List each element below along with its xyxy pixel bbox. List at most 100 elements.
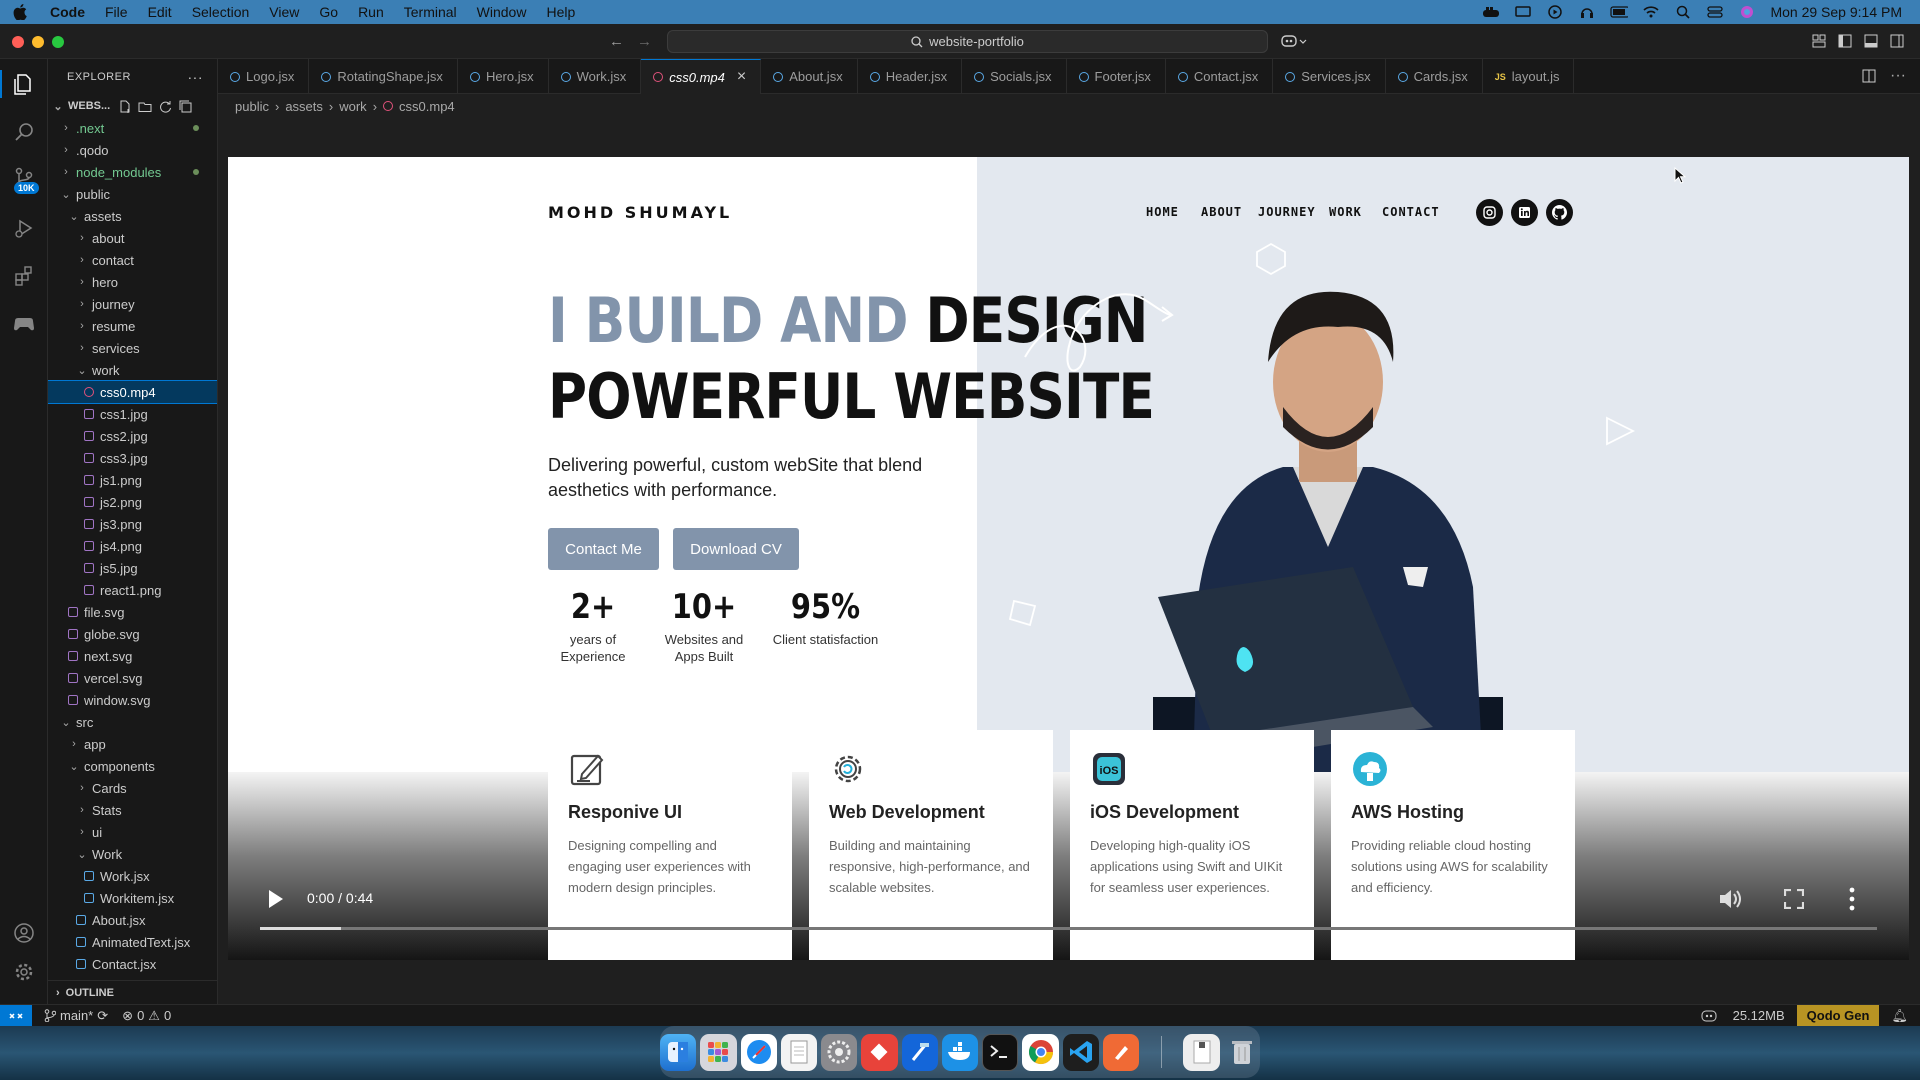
- control-center-icon[interactable]: [1706, 5, 1724, 19]
- remote-indicator-icon[interactable]: [0, 1004, 32, 1027]
- more-options-icon[interactable]: [1848, 887, 1856, 911]
- workspace-root[interactable]: ⌄ WEBS...: [48, 95, 217, 117]
- extensions-activity-icon[interactable]: [10, 262, 38, 290]
- docker-tray-icon[interactable]: [1482, 5, 1500, 19]
- tree-file-globe-svg[interactable]: globe.svg: [48, 623, 217, 645]
- finder-icon[interactable]: [660, 1033, 697, 1071]
- settings-gear-icon[interactable]: [10, 958, 38, 986]
- tree-folder-about[interactable]: › about: [48, 227, 217, 249]
- toggle-secondary-sidebar-icon[interactable]: [1890, 34, 1904, 48]
- textedit-icon[interactable]: [780, 1033, 818, 1071]
- nav-forward-icon[interactable]: →: [637, 33, 652, 50]
- tree-file-about-jsx[interactable]: About.jsx: [48, 909, 217, 931]
- memory-usage[interactable]: 25.12MB: [1733, 1008, 1785, 1023]
- tab-layout-js[interactable]: JS layout.js: [1483, 59, 1575, 94]
- play-icon[interactable]: [268, 889, 284, 909]
- apple-menu-icon[interactable]: [0, 4, 40, 20]
- headphones-icon[interactable]: [1578, 5, 1596, 19]
- git-branch-status[interactable]: main* ⟳: [44, 1008, 108, 1024]
- siri-icon[interactable]: [1738, 5, 1756, 19]
- qodo-gen-status[interactable]: Qodo Gen: [1796, 1004, 1880, 1027]
- menu-view[interactable]: View: [259, 4, 309, 20]
- tree-folder-ui[interactable]: › ui: [48, 821, 217, 843]
- safari-icon[interactable]: [740, 1033, 777, 1071]
- new-folder-icon[interactable]: [138, 100, 152, 113]
- tree-file-css1-jpg[interactable]: css1.jpg: [48, 403, 217, 425]
- menubar-clock[interactable]: Mon 29 Sep 9:14 PM: [1770, 4, 1902, 20]
- menu-window[interactable]: Window: [467, 4, 537, 20]
- breadcrumb-assets[interactable]: assets: [285, 99, 323, 114]
- close-tab-icon[interactable]: ×: [737, 68, 746, 86]
- tree-folder-work[interactable]: ⌄ work: [48, 359, 217, 381]
- search-activity-icon[interactable]: [10, 118, 38, 146]
- tab-logo-jsx[interactable]: Logo.jsx: [218, 59, 310, 94]
- menu-app-code[interactable]: Code: [40, 4, 95, 20]
- refresh-icon[interactable]: [159, 100, 172, 113]
- tree-folder-contact[interactable]: › contact: [48, 249, 217, 271]
- tab-socials-jsx[interactable]: Socials.jsx: [962, 59, 1067, 94]
- tree-folder-app[interactable]: › app: [48, 733, 217, 755]
- tree-file-work-jsx[interactable]: Work.jsx: [48, 865, 217, 887]
- system-settings-icon[interactable]: [821, 1033, 858, 1071]
- source-control-activity-icon[interactable]: 10K: [10, 164, 39, 194]
- more-actions-icon[interactable]: ···: [1890, 67, 1906, 85]
- copilot-icon[interactable]: [1281, 33, 1307, 49]
- more-actions-icon[interactable]: ···: [188, 69, 204, 85]
- tree-file-next-svg[interactable]: next.svg: [48, 645, 217, 667]
- tree-file-css3-jpg[interactable]: css3.jpg: [48, 447, 217, 469]
- customize-layout-icon[interactable]: [1812, 34, 1826, 48]
- nav-back-icon[interactable]: ←: [609, 33, 624, 50]
- remote-explorer-activity-icon[interactable]: [10, 310, 38, 338]
- tree-file-css2-jpg[interactable]: css2.jpg: [48, 425, 217, 447]
- tree-file-css0-mp4[interactable]: css0.mp4: [48, 380, 217, 404]
- problems-status[interactable]: ⊗ 0 ⚠ 0: [122, 1008, 171, 1024]
- anydesk-icon[interactable]: [861, 1033, 898, 1071]
- menu-help[interactable]: Help: [536, 4, 585, 20]
- account-icon[interactable]: [10, 919, 38, 947]
- breadcrumb-work[interactable]: work: [339, 99, 366, 114]
- battery-icon[interactable]: [1610, 5, 1629, 19]
- breadcrumb-file[interactable]: css0.mp4: [399, 99, 455, 114]
- play-circle-icon[interactable]: [1546, 5, 1564, 19]
- tree-file-js5-jpg[interactable]: js5.jpg: [48, 557, 217, 579]
- menu-terminal[interactable]: Terminal: [394, 4, 467, 20]
- tree-file-window-svg[interactable]: window.svg: [48, 689, 217, 711]
- toggle-primary-sidebar-icon[interactable]: [1838, 34, 1852, 48]
- split-editor-icon[interactable]: [1862, 69, 1876, 83]
- launchpad-icon[interactable]: [700, 1033, 737, 1071]
- run-debug-activity-icon[interactable]: [10, 214, 38, 242]
- explorer-activity-icon[interactable]: [0, 70, 46, 98]
- menu-run[interactable]: Run: [348, 4, 394, 20]
- tree-file-vercel-svg[interactable]: vercel.svg: [48, 667, 217, 689]
- xcode-icon[interactable]: [901, 1033, 938, 1071]
- tab-footer-jsx[interactable]: Footer.jsx: [1067, 59, 1166, 94]
- tab-header-jsx[interactable]: Header.jsx: [858, 59, 963, 94]
- tree-file-js3-png[interactable]: js3.png: [48, 513, 217, 535]
- breadcrumb-public[interactable]: public: [235, 99, 269, 114]
- new-file-icon[interactable]: [118, 100, 131, 113]
- video-progress-bar[interactable]: [260, 927, 1877, 930]
- collapse-all-icon[interactable]: [179, 100, 192, 113]
- docker-icon[interactable]: [941, 1033, 979, 1071]
- spotlight-search-icon[interactable]: [1674, 5, 1692, 19]
- outline-section[interactable]: › OUTLINE: [48, 980, 217, 1004]
- zoom-window-button[interactable]: [52, 36, 64, 48]
- tree-file-js4-png[interactable]: js4.png: [48, 535, 217, 557]
- chrome-icon[interactable]: [1022, 1033, 1059, 1071]
- tree-folder-public[interactable]: ⌄ public: [48, 183, 217, 205]
- documents-stack-icon[interactable]: [1183, 1033, 1220, 1071]
- tab-contact-jsx[interactable]: Contact.jsx: [1166, 59, 1274, 94]
- volume-icon[interactable]: [1718, 887, 1744, 911]
- wifi-icon[interactable]: [1642, 5, 1660, 19]
- tree-folder-node-modules[interactable]: › node_modules: [48, 161, 217, 183]
- tree-file-react1-png[interactable]: react1.png: [48, 579, 217, 601]
- tab-work-jsx[interactable]: Work.jsx: [549, 59, 642, 94]
- minimize-window-button[interactable]: [32, 36, 44, 48]
- tree-folder-stats[interactable]: › Stats: [48, 799, 217, 821]
- tree-folder-hero[interactable]: › hero: [48, 271, 217, 293]
- tree-file-file-svg[interactable]: file.svg: [48, 601, 217, 623]
- vscode-icon[interactable]: [1062, 1033, 1099, 1071]
- tab-css0-mp4[interactable]: css0.mp4 ×: [641, 59, 762, 94]
- tab-rotatingshape-jsx[interactable]: RotatingShape.jsx: [309, 59, 458, 94]
- tree-folder-qodo[interactable]: › .qodo: [48, 139, 217, 161]
